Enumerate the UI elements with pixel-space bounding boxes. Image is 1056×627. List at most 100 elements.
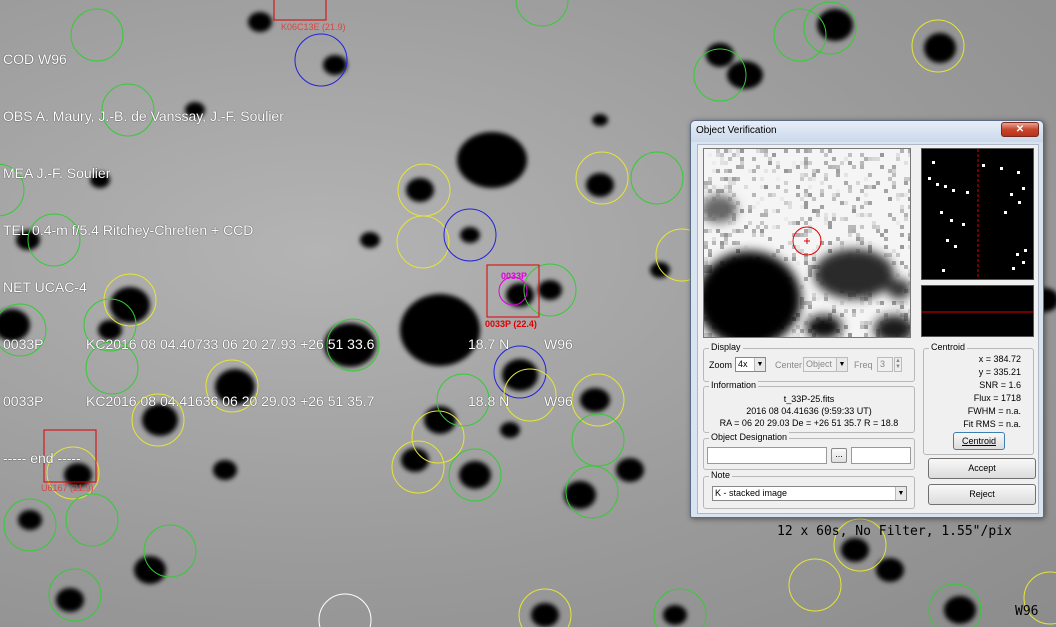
center-value: Object (806, 359, 833, 369)
display-group-title: Display (709, 342, 743, 352)
zoom-select[interactable]: 4x ▼ (735, 357, 766, 372)
note-select[interactable]: K - stacked image ▼ (712, 486, 907, 501)
note-group-title: Note (709, 470, 733, 480)
star (401, 448, 429, 472)
star (502, 359, 538, 391)
centroid-group: Centroid x = 384.72 y = 335.21 SNR = 1.6… (923, 342, 1034, 455)
freq-spinner[interactable]: ▲ ▼ (894, 357, 902, 372)
note-group: Note K - stacked image ▼ (703, 470, 915, 509)
header-tel: TEL 0.4-m f/5.4 Ritchey-Chretien + CCD (3, 222, 254, 238)
star (459, 461, 491, 489)
freq-label: Freq (854, 360, 873, 370)
header-mea: MEA J.-F. Soulier (3, 165, 111, 181)
information-group: Information t_33P-25.fits 2016 08 04.416… (703, 380, 915, 433)
reject-button-label: Reject (969, 489, 995, 499)
reference-circle (773, 8, 827, 62)
star (650, 262, 670, 278)
star (460, 227, 480, 243)
reference-circle (65, 493, 119, 547)
dialog-client: Display Zoom 4x ▼ Center Object ▼ Freq 3… (697, 144, 1039, 514)
chevron-down-icon: ▼ (895, 487, 906, 500)
star (586, 173, 614, 197)
star (18, 510, 42, 530)
centroid-fit-rms: Fit RMS = n.a. (963, 419, 1021, 429)
obs-record: KC2016 08 04.40733 06 20 27.93 +26 51 33… (86, 336, 375, 352)
reject-button[interactable]: Reject (928, 484, 1036, 505)
obs-code: W96 (544, 393, 573, 409)
star (134, 556, 166, 584)
centroid-button[interactable]: Centroid (953, 432, 1005, 450)
star (323, 55, 347, 75)
close-button[interactable]: ✕ (1001, 122, 1039, 137)
zoom-label: Zoom (709, 360, 733, 370)
designation-secondary-input[interactable] (851, 447, 911, 464)
centroid-x: x = 384.72 (978, 354, 1021, 364)
reference-label-top: K06C13E (21.9) (281, 22, 346, 32)
star (538, 280, 562, 300)
reference-circle (396, 215, 450, 269)
note-value: K - stacked image (715, 488, 788, 498)
star (457, 132, 527, 188)
centroid-button-label: Centroid (961, 436, 997, 446)
reference-circle (788, 558, 842, 612)
browse-button[interactable]: ... (831, 448, 847, 463)
star (592, 114, 608, 126)
reference-circle (515, 0, 569, 27)
star (400, 294, 480, 366)
obs-mag: 18.7 N (468, 336, 510, 352)
header-end: ----- end ----- (3, 450, 81, 466)
star (580, 388, 610, 412)
star (56, 588, 84, 612)
dialog-title: Object Verification (696, 125, 777, 136)
observatory-code: W96 (1015, 604, 1039, 619)
zoom-preview-canvas (704, 149, 910, 337)
target-magenta-label: 0033P (501, 271, 528, 281)
info-coords: RA = 06 20 29.03 De = +26 51 35.7 R = 18… (719, 418, 899, 428)
observation-row: 0033P KC2016 08 04.40733 06 20 27.93 +26… (3, 335, 573, 354)
object-verification-dialog: Object Verification ✕ Display Zoom 4x ▼ … (690, 120, 1044, 518)
star (424, 406, 456, 434)
header-net: NET UCAC-4 (3, 279, 87, 295)
chevron-down-icon: ▼ (754, 358, 765, 371)
star (500, 422, 520, 438)
observation-row: 0033P KC2016 08 04.41636 06 20 29.03 +26… (3, 392, 573, 411)
obs-designation: 0033P (3, 336, 44, 352)
star (663, 605, 687, 625)
star (924, 33, 956, 63)
obs-designation: 0033P (3, 393, 44, 409)
star (360, 232, 380, 248)
accept-button[interactable]: Accept (928, 458, 1036, 479)
freq-input[interactable]: 3 (877, 357, 893, 372)
designation-group-title: Object Designation (709, 432, 790, 442)
accept-button-label: Accept (968, 463, 996, 473)
designation-input[interactable] (707, 447, 827, 464)
centroid-group-title: Centroid (929, 342, 968, 352)
header-obs: OBS A. Maury, J.-B. de Vanssay, J.-F. So… (3, 108, 284, 124)
star (616, 458, 644, 482)
display-group: Display Zoom 4x ▼ Center Object ▼ Freq 3… (703, 342, 915, 382)
residuals-plot (921, 148, 1034, 280)
center-label: Center (775, 360, 803, 370)
obs-mag: 18.8 N (468, 393, 510, 409)
zoom-preview[interactable] (703, 148, 911, 338)
header-cod: COD W96 (3, 51, 67, 67)
target-label: 0033P (22.4) (485, 319, 537, 329)
reference-circle (630, 151, 684, 205)
star (944, 596, 976, 624)
reference-circle (571, 413, 625, 467)
star (406, 178, 434, 202)
freq-value: 3 (880, 359, 886, 369)
centroid-fwhm: FWHM = n.a. (967, 406, 1021, 416)
dialog-titlebar[interactable]: Object Verification ✕ (691, 121, 1043, 142)
reference-circle (143, 524, 197, 578)
profile-plot (921, 285, 1034, 337)
center-select[interactable]: Object ▼ (803, 357, 848, 372)
centroid-flux: Flux = 1718 (973, 393, 1021, 403)
info-date: 2016 08 04.41636 (9:59:33 UT) (746, 406, 872, 416)
designation-group: Object Designation ... (703, 432, 915, 470)
obs-code: W96 (544, 336, 573, 352)
reference-circle (318, 593, 372, 627)
centroid-snr: SNR = 1.6 (979, 380, 1021, 390)
star (727, 61, 763, 89)
exposure-caption: 12 x 60s, No Filter, 1.55"/pix (777, 524, 1012, 539)
